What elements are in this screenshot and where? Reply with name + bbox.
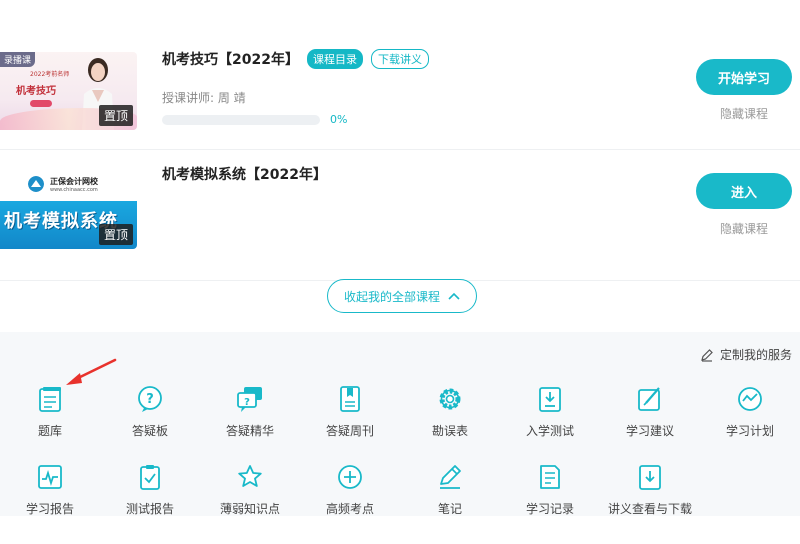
enter-button[interactable]: 进入 [696,173,792,209]
collapse-courses-label: 收起我的全部课程 [343,289,440,304]
service-label: 答疑周刊 [325,424,374,438]
hide-course-link[interactable]: 隐藏课程 [696,105,792,122]
service-qa-weekly[interactable]: 答疑周刊 [300,384,400,439]
question-bank-icon [39,387,61,412]
qa-highlights-icon: ? [237,387,262,412]
service-study-plan[interactable]: 学习计划 [700,384,800,439]
thumbnail-badge: 录播课 [0,52,36,67]
service-handout-download[interactable]: 讲义查看与下载 [600,462,700,517]
service-notes[interactable]: 笔记 [400,462,500,517]
course-row: 正保会计网校 www.chinaacc.com 机考模拟系统 置顶 机考模拟系统… [0,150,800,281]
qa-weekly-icon [340,386,360,412]
pin-button[interactable]: 置顶 [98,105,133,126]
course-title[interactable]: 机考技巧【2022年】 [162,49,299,69]
course-thumbnail[interactable]: 录播课 2022考前名师 机考技巧 置顶 [0,52,137,130]
service-label: 答疑精华 [225,424,274,438]
weak-points-star-icon [238,465,262,487]
entrance-test-icon [539,387,561,412]
services-panel: 定制我的服务 题库 ? 答疑板 ? 答疑精华 答疑周刊 勘误表 入学测试 学习建… [0,332,800,516]
service-weak-points[interactable]: 薄弱知识点 [200,462,300,517]
pin-button[interactable]: 置顶 [98,224,133,245]
annotation-arrow-icon [66,358,117,385]
service-label: 答疑板 [131,424,168,438]
thumbnail-course-name: 机考技巧 [16,86,56,97]
download-handout-tag[interactable]: 下载讲义 [370,49,429,69]
test-report-icon [140,465,160,490]
service-label: 学习报告 [25,502,74,516]
hide-course-link[interactable]: 隐藏课程 [696,220,792,237]
errata-gear-icon [439,388,461,410]
thumbnail-subtitle: 2022考前名师 [30,71,70,78]
course-row: 录播课 2022考前名师 机考技巧 置顶 机考技巧【2022年】 课程目录 下载… [0,19,800,150]
service-label: 测试报告 [125,502,174,516]
handout-download-icon [639,465,661,490]
course-catalog-tag[interactable]: 课程目录 [306,49,363,69]
service-question-bank[interactable]: 题库 [0,384,100,439]
service-errata[interactable]: 勘误表 [400,384,500,439]
course-teacher: 授课讲师: 周 靖 [162,91,246,105]
thumbnail-tag [30,100,52,107]
study-report-icon [38,465,62,489]
service-label: 题库 [37,424,62,438]
edit-icon [701,348,713,362]
notes-pencil-icon [440,465,461,489]
svg-text:?: ? [244,397,250,408]
service-study-record[interactable]: 学习记录 [500,462,600,517]
study-record-icon [540,465,560,489]
service-entrance-test[interactable]: 入学测试 [500,384,600,439]
service-label: 勘误表 [431,424,468,438]
service-qa-board[interactable]: ? 答疑板 [100,384,200,439]
service-label: 学习记录 [525,502,574,516]
svg-text:?: ? [146,392,154,407]
service-label: 薄弱知识点 [219,502,280,516]
progress-percent: 0% [330,113,348,126]
service-study-report[interactable]: 学习报告 [0,462,100,517]
service-label: 笔记 [437,502,462,516]
service-label: 讲义查看与下载 [607,502,692,516]
service-label: 学习建议 [625,424,674,438]
school-logo-icon [28,176,44,192]
start-study-button[interactable]: 开始学习 [696,59,792,95]
service-study-advice[interactable]: 学习建议 [600,384,700,439]
service-label: 学习计划 [725,424,774,438]
study-plan-icon [738,387,762,411]
service-qa-highlights[interactable]: ? 答疑精华 [200,384,300,439]
collapse-courses-button[interactable]: 收起我的全部课程 [327,279,477,313]
qa-board-icon: ? [138,386,162,412]
course-title-line: 机考模拟系统【2022年】 [162,164,327,184]
study-advice-icon [638,387,660,411]
thumbnail-url: www.chinaacc.com [50,187,98,193]
service-high-frequency[interactable]: 高频考点 [300,462,400,517]
service-label: 高频考点 [325,502,374,516]
thumbnail-brand: 正保会计网校 [50,177,98,186]
chevron-up-icon [448,292,460,300]
course-thumbnail[interactable]: 正保会计网校 www.chinaacc.com 机考模拟系统 置顶 [0,171,137,249]
customize-service-link[interactable]: 定制我的服务 [700,346,792,363]
service-label: 入学测试 [525,424,574,438]
progress-bar [162,115,320,125]
high-frequency-plus-icon [338,465,362,489]
course-title-line: 机考技巧【2022年】 课程目录 下载讲义 [162,49,429,69]
customize-service-label: 定制我的服务 [719,348,792,362]
service-test-report[interactable]: 测试报告 [100,462,200,517]
course-title[interactable]: 机考模拟系统【2022年】 [162,164,327,184]
